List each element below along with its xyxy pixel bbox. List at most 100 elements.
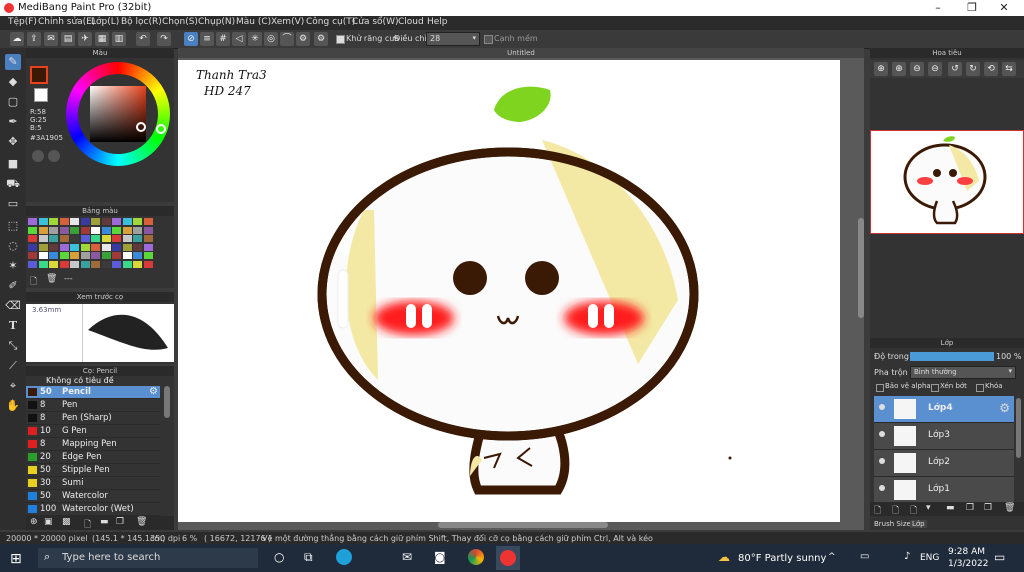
comment-icon[interactable]: ✉ [44,32,58,46]
layer-item[interactable]: Lớp2 [874,450,1014,477]
palette-swatch[interactable] [80,235,90,242]
new-layer3-icon[interactable]: 🗋 [910,503,917,519]
brush-item[interactable]: 20 Edge Pen [26,451,160,464]
network-icon[interactable]: ▭ [860,551,869,562]
snap-parallel-icon[interactable]: ≡ [200,32,214,46]
brush-item[interactable]: 8 Pen [26,399,160,412]
layout-icon[interactable]: ▥ [112,32,126,46]
palette-swatch[interactable] [59,260,69,268]
taskbar-search[interactable]: ⌕ Type here to search [38,548,258,568]
snap-settings-icon[interactable]: ⚙ [296,32,310,46]
palette-swatch[interactable] [91,235,100,242]
zoom-out2-icon[interactable]: ⊖ [928,62,942,76]
palette-swatch[interactable] [122,252,132,259]
adjust-select[interactable]: 28 ▾ [426,32,480,46]
folder-icon[interactable]: ▬ [946,503,955,513]
color-wheel[interactable] [66,62,170,166]
merge-icon[interactable]: ❐ [966,503,974,513]
palette-swatch[interactable] [70,252,79,259]
palette-swatch[interactable] [49,226,58,234]
menu-capture[interactable]: Chụp(N) [198,17,235,27]
palette-swatch[interactable] [59,226,69,234]
palette-swatch[interactable] [133,218,142,225]
eraser-tool-icon[interactable]: ◆ [5,74,21,90]
duplicate-icon[interactable]: ❐ [984,503,992,513]
drawing-canvas[interactable]: Thanh Tra3 HD 247 [178,60,840,522]
brush-scrollbar[interactable] [164,386,170,418]
antialias-checkbox[interactable] [336,35,345,44]
cortana-icon[interactable]: ○ [274,550,284,564]
tab-layer[interactable]: Lớp [910,520,927,528]
menu-filter[interactable]: Bộ lọc(R) [121,17,162,27]
notification-icon[interactable]: ▭ [994,550,1005,564]
eye-icon[interactable] [879,485,885,491]
chrome-icon[interactable] [468,549,484,565]
dot-tool-icon[interactable]: ✒ [5,114,21,130]
rotate-right-icon[interactable]: ↻ [966,62,980,76]
tray-chevron-icon[interactable]: ^ [828,552,836,562]
clock-date[interactable]: 1/3/2022 [948,559,988,569]
menu-help[interactable]: Help [427,17,448,27]
minimize-button[interactable]: – [928,1,948,14]
palette-swatch[interactable] [122,235,132,242]
palette-swatch[interactable] [122,243,132,251]
palette-swatch[interactable] [38,235,48,242]
background-color[interactable] [34,88,48,102]
eyedropper-icon[interactable] [32,150,44,162]
brush-tool-icon[interactable]: ✎ [5,54,21,70]
zoom-out-icon[interactable]: ⊖ [910,62,924,76]
palette-swatch[interactable] [28,226,37,234]
brush-item[interactable]: 100 Watercolor (Wet) [26,503,160,516]
panel-icon[interactable]: ▤ [61,32,75,46]
palette-swatch[interactable] [143,252,153,259]
brush-item[interactable]: 8 Mapping Pen [26,438,160,451]
brush-item[interactable]: 50 Pencil ⚙ [26,386,160,399]
palette-swatch[interactable] [80,260,90,268]
snap-setting2-icon[interactable]: ⚙ [314,32,328,46]
clipping-checkbox[interactable] [931,384,939,392]
menu-window[interactable]: Cửa sổ(W) [352,17,398,27]
text-tool-icon[interactable]: T [5,318,21,334]
brush-cloud-icon[interactable]: ▣ [44,517,53,527]
palette-swatch[interactable] [122,226,132,234]
palette-swatch[interactable] [101,260,111,268]
navigator-view[interactable] [870,130,1024,234]
palette-swatch[interactable] [101,226,111,234]
palette-swatch[interactable] [91,260,100,268]
brush-item[interactable]: 50 Stipple Pen [26,464,160,477]
snap-vanish-icon[interactable]: ◁ [232,32,246,46]
task-view-icon[interactable]: ⧉ [304,550,313,565]
snap-grid-icon[interactable]: # [216,32,230,46]
color-picker-handle[interactable] [136,122,146,132]
new-palette-icon[interactable]: 🗋 [30,274,37,290]
mail-icon[interactable]: ✉ [402,550,412,564]
reset-view-icon[interactable]: ⟲ [984,62,998,76]
windows-start-icon[interactable]: ⊞ [10,551,22,567]
brush-new-icon[interactable]: 🗋 [84,517,91,533]
brush-folder-icon[interactable]: ▩ [62,517,71,527]
palette-swatch[interactable] [143,218,153,225]
snap-radial-icon[interactable]: ✳ [248,32,262,46]
palette-swatch[interactable] [143,243,153,251]
eye-icon[interactable] [879,458,885,464]
palette-swatch[interactable] [80,243,90,251]
palette-swatch[interactable] [133,252,142,259]
new-layer2-icon[interactable]: 🗋 [892,503,899,519]
zoom-in-icon[interactable]: ⊕ [874,62,888,76]
palette-swatch[interactable] [80,218,90,225]
export-icon[interactable]: ⇪ [27,32,41,46]
new-layer-icon[interactable]: 🗋 [874,503,881,519]
clock-time[interactable]: 9:28 AM [948,547,985,557]
hue-handle[interactable] [156,124,166,134]
close-button[interactable]: ✕ [994,1,1014,14]
canvas-tab[interactable]: Untitled [178,48,864,58]
bucket-tool-icon[interactable]: ⛟ [5,176,21,192]
protect-alpha-checkbox[interactable] [876,384,884,392]
select-eraser-tool-icon[interactable]: ⌫ [5,298,21,314]
horizontal-scrollbar[interactable] [438,522,608,528]
select-pen-tool-icon[interactable]: ✐ [5,278,21,294]
palette-swatch[interactable] [112,235,121,242]
undo-icon[interactable]: ↶ [136,32,150,46]
rotate-left-icon[interactable]: ↺ [948,62,962,76]
palette-swatch[interactable] [49,235,58,242]
